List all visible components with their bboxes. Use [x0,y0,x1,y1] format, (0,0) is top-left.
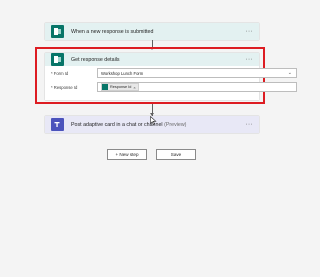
action-title: Get response details [71,56,120,63]
save-button[interactable]: Save [156,149,196,160]
form-id-label: * Form Id [51,71,69,76]
forms-icon [51,25,64,38]
forms-icon [102,84,108,90]
get-response-details-card[interactable]: Get response details ··· * Form Id Works… [45,53,297,100]
action-title-text: Post adaptive card in a chat or channel [71,121,163,128]
chevron-down-icon[interactable]: ⌄ [288,70,292,76]
response-id-label: * Response Id [51,85,78,90]
forms-icon [51,53,64,66]
form-id-value: Workshop Lunch Form [101,70,144,76]
response-id-input[interactable]: Response Id × [97,82,297,92]
more-options-icon[interactable]: ··· [245,121,253,128]
teams-icon [51,118,64,131]
action-title: Post adaptive card in a chat or channel … [71,122,245,128]
more-options-icon[interactable]: ··· [245,28,253,35]
more-options-icon[interactable]: ··· [245,56,253,63]
trigger-card[interactable]: When a new response is submitted ··· [45,23,259,40]
new-step-button[interactable]: + New step [107,149,147,160]
form-id-select[interactable]: Workshop Lunch Form ⌄ [97,68,297,78]
token-label: Response Id [110,85,132,89]
preview-label: (Preview) [164,121,187,128]
mouse-cursor-icon [150,112,157,130]
trigger-title: When a new response is submitted [71,28,154,35]
close-icon[interactable]: × [133,85,135,90]
response-id-token[interactable]: Response Id × [101,83,139,91]
